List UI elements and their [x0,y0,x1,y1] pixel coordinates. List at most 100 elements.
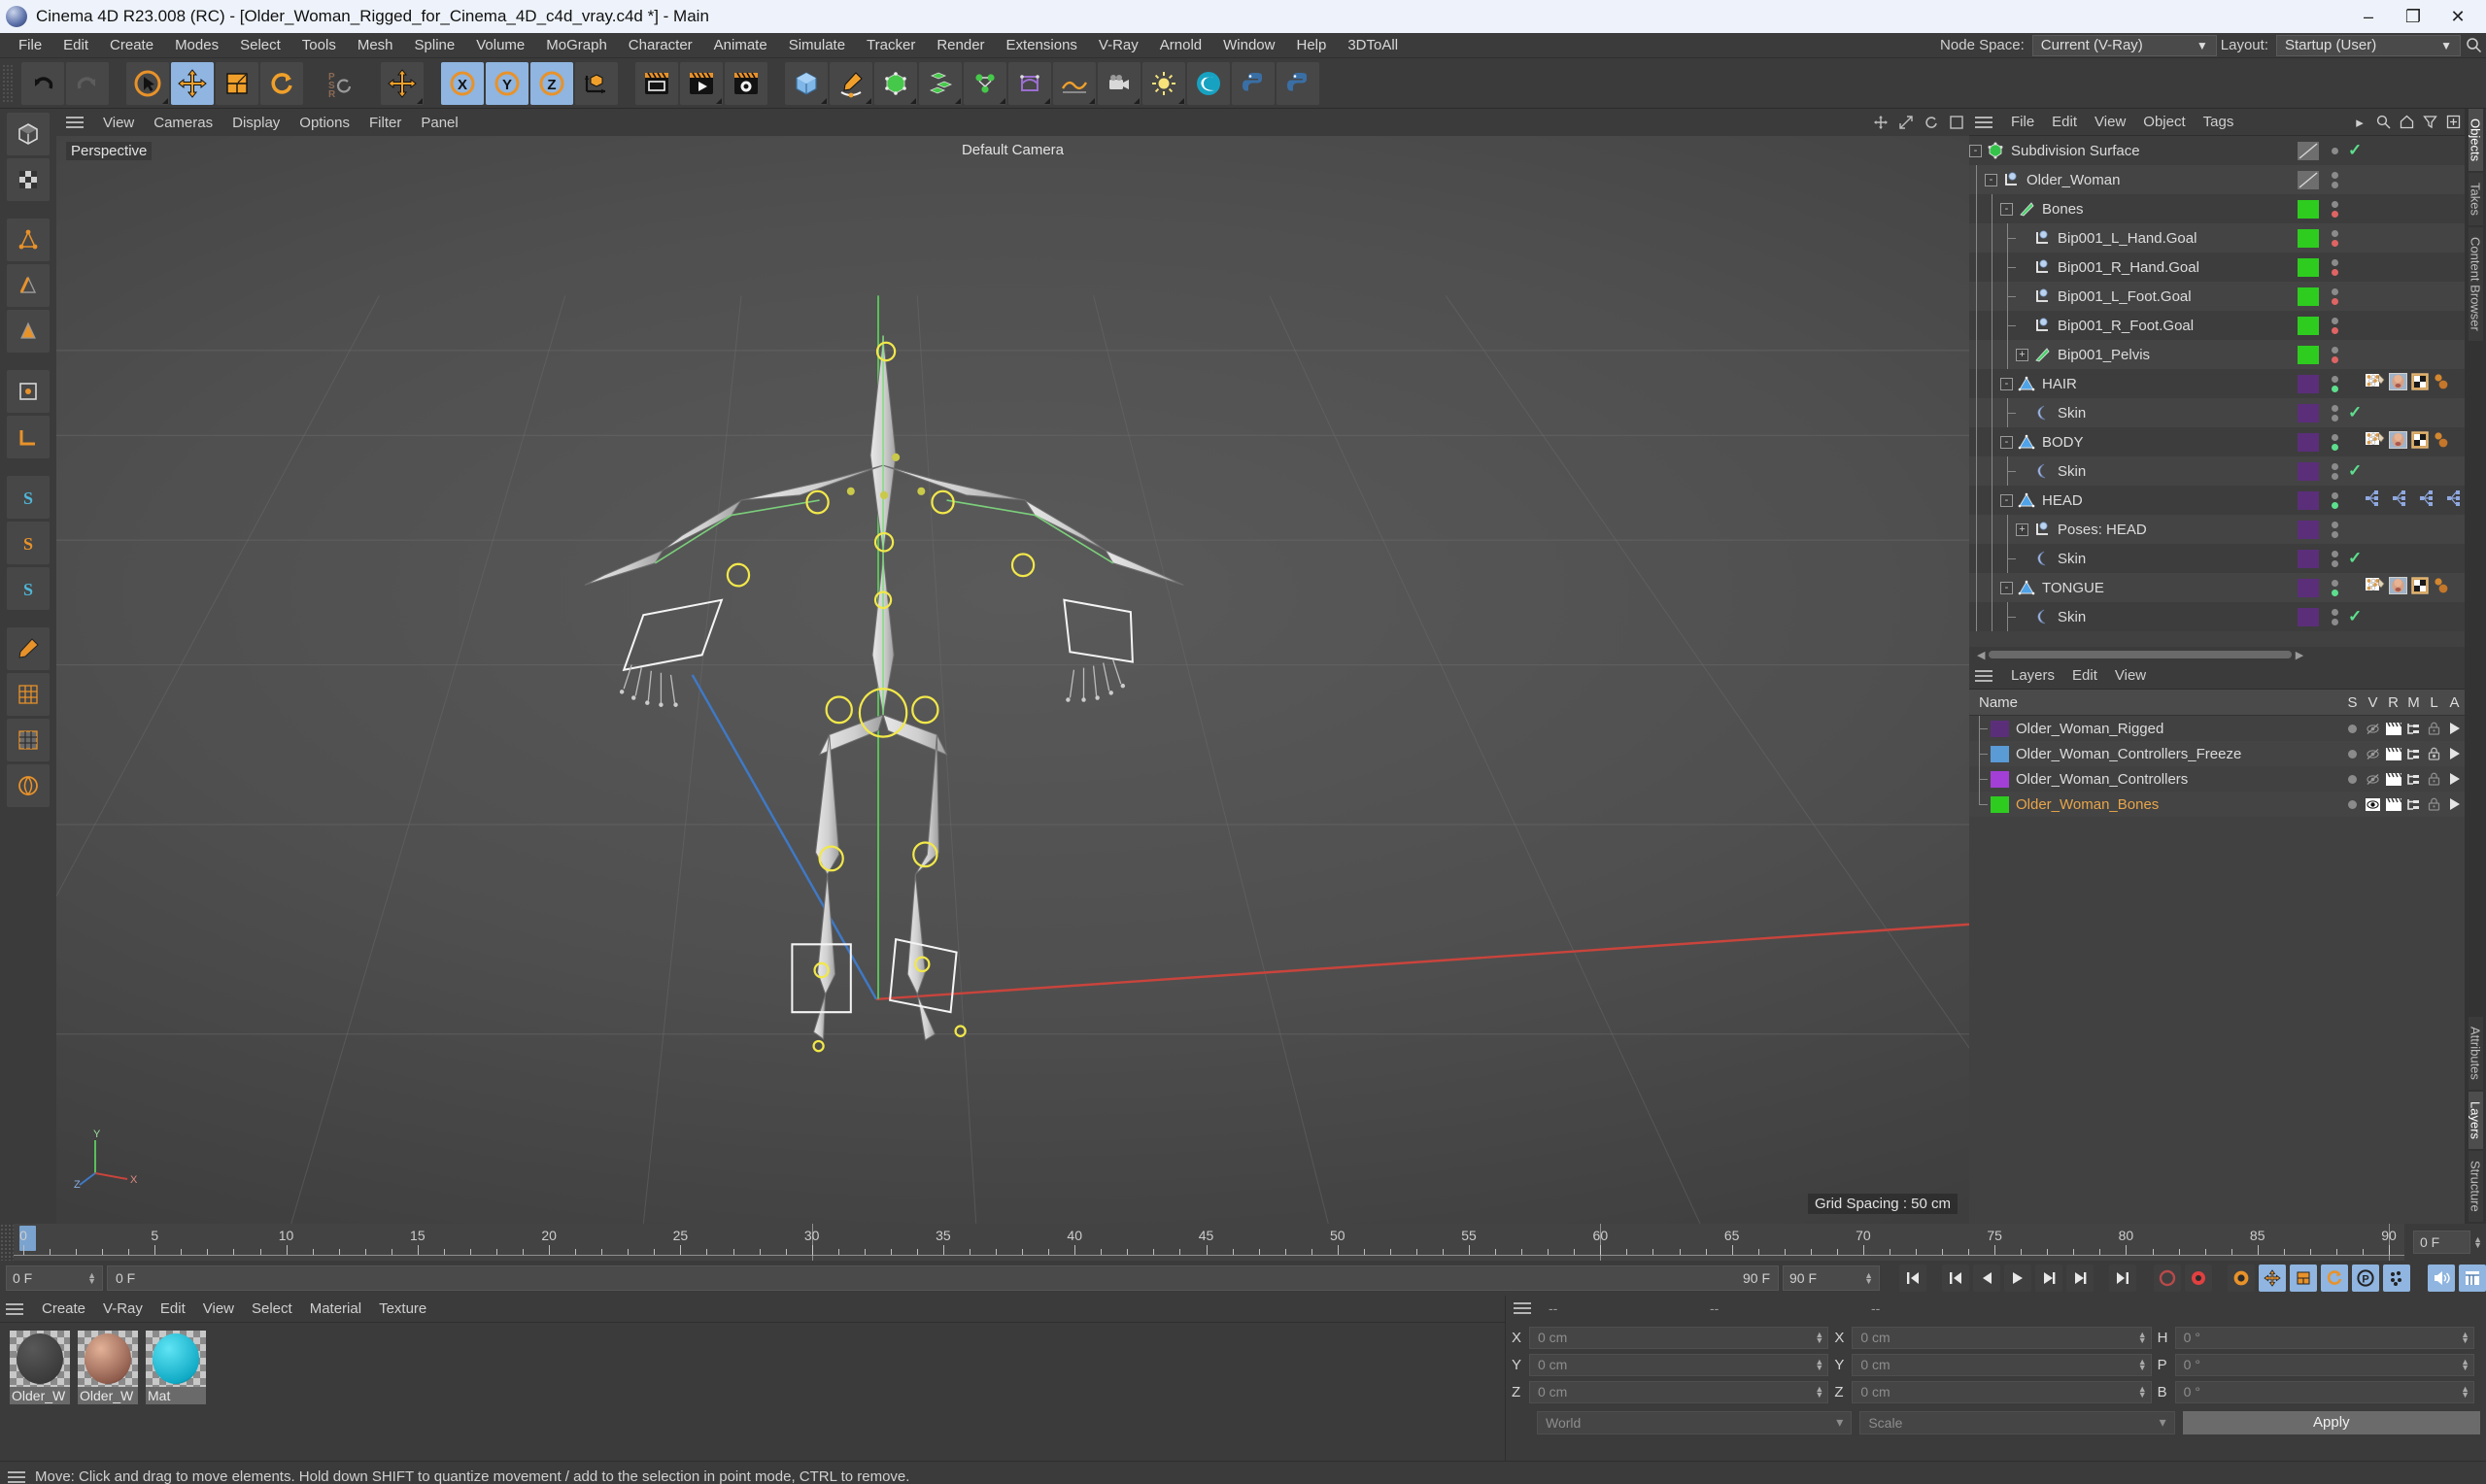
menu-item-window[interactable]: Window [1212,35,1285,55]
menu-item-create[interactable]: Create [99,35,164,55]
object-layer-swatch[interactable] [2298,199,2319,219]
subdivision-surface-button[interactable] [874,61,917,105]
param-key-button[interactable]: P [2352,1265,2379,1292]
object-visibility-dots[interactable] [2329,375,2341,392]
layer-animation-toggle[interactable] [2444,722,2465,735]
material-menu-view[interactable]: View [194,1299,243,1318]
object-expander-toggle[interactable]: - [2000,493,2013,507]
stepper-icon[interactable]: ▲ ▼ [2461,1331,2469,1345]
object-menu-edit[interactable]: Edit [2043,113,2086,131]
material-menu-material[interactable]: Material [301,1299,370,1318]
object-menu-file[interactable]: File [2002,113,2043,131]
material-menu-select[interactable]: Select [243,1299,301,1318]
object-layer-swatch[interactable] [2298,228,2319,248]
viewport-menu-cameras[interactable]: Cameras [144,114,222,132]
visibility-dot[interactable] [2332,326,2338,334]
psr-button[interactable]: PSR [321,62,363,105]
layer-lock-toggle[interactable] [2424,772,2444,786]
uv-tag[interactable] [2411,373,2429,394]
environment-button[interactable] [1053,61,1096,105]
scroll-right-arrow-icon[interactable]: ▶ [2292,649,2307,661]
stepper-icon[interactable]: ▲ ▼ [2138,1331,2147,1345]
visibility-dot[interactable] [2332,147,2338,154]
visibility-dot[interactable] [2332,297,2338,305]
object-visibility-dots[interactable] [2329,608,2341,625]
scale-key-button[interactable] [2290,1265,2317,1292]
material-menu-create[interactable]: Create [33,1299,94,1318]
visibility-dot[interactable] [2332,443,2338,451]
axis-x-button[interactable]: X [441,61,484,105]
object-layer-swatch[interactable] [2298,287,2319,306]
tab-takes[interactable]: Takes [2468,173,2483,226]
menu-item-help[interactable]: Help [1285,35,1337,55]
viewport-move-icon[interactable] [1868,112,1893,133]
position-key-button[interactable] [2259,1265,2286,1292]
stepper-icon[interactable]: ▲ ▼ [2461,1385,2469,1400]
start-frame-spinner-icon[interactable]: ▲ ▼ [87,1271,96,1286]
layer-render-toggle[interactable] [2383,747,2403,760]
menu-item-select[interactable]: Select [229,35,291,55]
object-tags[interactable] [2366,489,2465,511]
phong-tag[interactable] [2366,431,2385,453]
coordinate-system-select[interactable]: World ▾ [1537,1410,1853,1434]
viewport-menu-filter[interactable]: Filter [359,114,411,132]
position-x-field[interactable]: 0 cm ▲ ▼ [1529,1326,1829,1349]
world-axis-move-button[interactable] [381,61,424,105]
selection-tag[interactable] [2433,373,2450,394]
object-layer-swatch[interactable] [2298,141,2319,160]
deformer-button[interactable] [1008,61,1051,105]
object-visibility-dots[interactable] [2329,287,2341,305]
deformer-left-icon[interactable] [7,764,50,807]
playbar-start-frame-field[interactable]: 0 F ▲ ▼ [6,1265,103,1291]
menu-item-arnold[interactable]: Arnold [1149,35,1212,55]
object-visibility-dots[interactable] [2329,229,2341,247]
layer-render-toggle[interactable] [2383,797,2403,811]
object-manager-hamburger-icon[interactable] [1975,116,1992,128]
scroll-thumb[interactable] [1989,651,2292,658]
material-manager-hamburger-icon[interactable] [6,1302,23,1315]
close-button[interactable]: ✕ [2435,1,2480,32]
axis-z-button[interactable]: Z [530,61,573,105]
visibility-dot[interactable] [2332,287,2338,295]
layer-animation-toggle[interactable] [2444,747,2465,760]
object-visibility-dots[interactable] [2329,579,2341,596]
viewport-menu-hamburger-icon[interactable] [66,117,84,128]
object-visibility-dots[interactable] [2329,258,2341,276]
object-row[interactable]: - HAIR [1969,369,2465,398]
layer-visible-toggle[interactable] [2363,723,2383,735]
material-thumbnail[interactable] [10,1331,70,1387]
apply-button[interactable]: Apply [2182,1410,2480,1434]
visibility-dot[interactable] [2332,268,2338,276]
spline-pen-button[interactable] [830,61,872,105]
tab-structure[interactable]: Structure [2468,1151,2483,1222]
object-layer-swatch[interactable] [2298,461,2319,481]
object-visibility-dots[interactable] [2329,346,2341,363]
visibility-dot[interactable] [2332,550,2338,557]
layer-menu-view[interactable]: View [2106,666,2155,685]
coordinate-system-button[interactable] [575,61,618,105]
layer-manager-toggle[interactable] [2403,798,2424,811]
object-visibility-dots[interactable] [2329,317,2341,334]
material-item[interactable]: Older_W [78,1331,138,1461]
timeline-current-frame-field[interactable]: 0 F ▲ ▼ [2404,1224,2486,1261]
object-tree-scrollbar[interactable]: ◀ ▶ [1969,647,2465,662]
uv-tag[interactable] [2411,577,2429,598]
stepper-icon[interactable]: ▲ ▼ [2461,1358,2469,1372]
layer-solo-toggle[interactable] [2342,749,2363,759]
edges-mode-icon[interactable] [7,264,50,307]
material-menu-texture[interactable]: Texture [370,1299,435,1318]
layer-row[interactable]: Older_Woman_Rigged [1969,716,2465,741]
object-layer-swatch[interactable] [2298,403,2319,422]
texture-tag[interactable] [2389,373,2407,394]
enabled-check-icon[interactable]: ✓ [2348,461,2362,481]
object-row[interactable]: Bip001_R_Foot.Goal [1969,311,2465,340]
layer-menu-layers[interactable]: Layers [2002,666,2063,685]
uv-tag[interactable] [2411,431,2429,453]
object-visibility-dots[interactable] [2329,147,2341,154]
overflow-arrow-icon[interactable]: ▸ [2348,112,2371,133]
object-expander-toggle[interactable]: - [1985,173,1997,186]
rotation-p-field[interactable]: 0 ° ▲ ▼ [2174,1353,2474,1376]
uv-polygon-icon[interactable] [7,719,50,761]
viewport-rotate-icon[interactable] [1919,112,1944,133]
menu-item-3dtoall[interactable]: 3DToAll [1337,35,1409,55]
